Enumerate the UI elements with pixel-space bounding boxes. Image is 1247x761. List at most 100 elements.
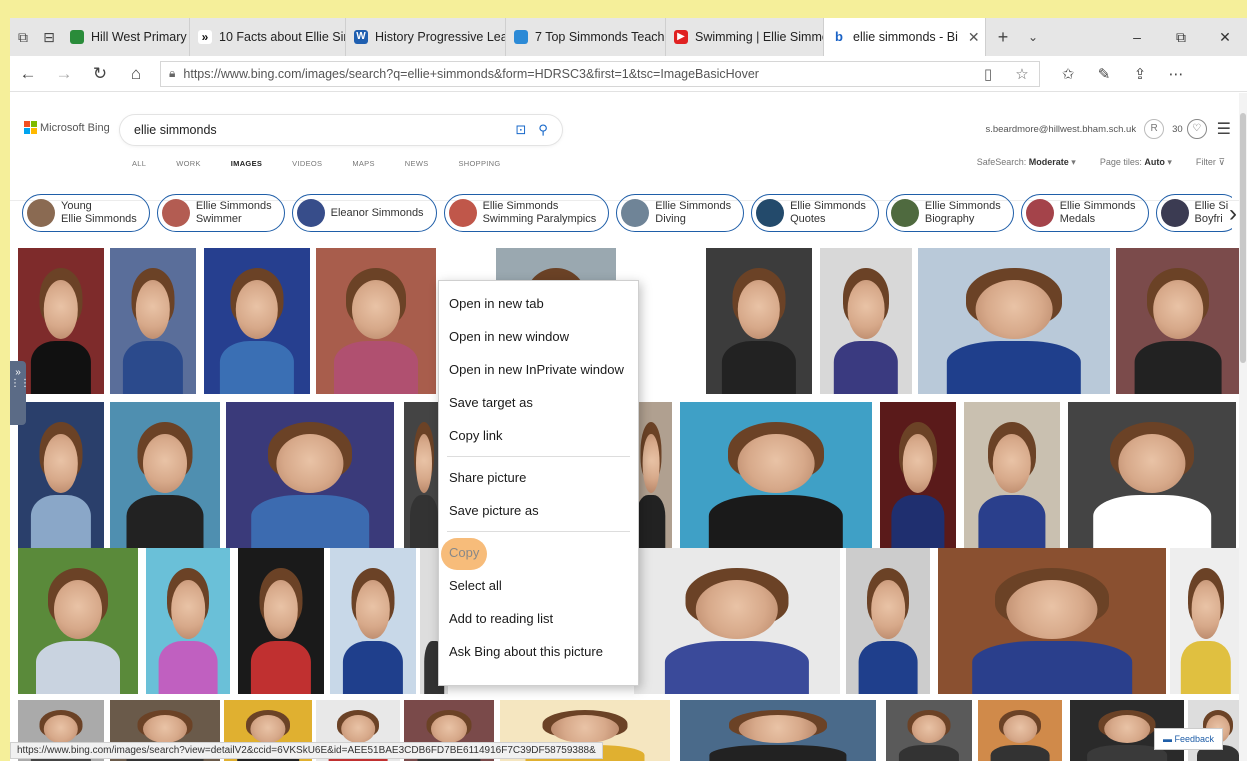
feedback-button[interactable]: ▬ Feedback xyxy=(1153,728,1223,750)
related-pill[interactable]: Ellie Si Boyfri xyxy=(1155,194,1232,232)
image-result[interactable] xyxy=(110,402,220,548)
search-input[interactable]: ellie simmonds ⊡ ⚲ xyxy=(120,115,562,145)
home-icon[interactable]: ⌂ xyxy=(118,64,154,84)
face-shape xyxy=(992,434,1032,493)
address-bar[interactable]: 🔒︎ https://www.bing.com/images/search?q=… xyxy=(160,60,1040,87)
image-result[interactable] xyxy=(634,548,840,694)
related-pill[interactable]: Ellie Simmonds Medals xyxy=(1020,194,1149,232)
tab-history-progressive[interactable]: W History Progressive Lea xyxy=(346,18,506,56)
related-pill[interactable]: Ellie Simmonds Diving xyxy=(616,194,745,232)
image-result[interactable] xyxy=(330,548,416,694)
close-tab-icon[interactable]: ✕ xyxy=(968,29,980,46)
image-result[interactable] xyxy=(680,402,872,548)
tab-actions-icon[interactable]: ⧉ xyxy=(10,29,36,46)
minimize-icon[interactable]: – xyxy=(1115,29,1159,46)
tab-swimming[interactable]: ▶ Swimming | Ellie Simmo xyxy=(666,18,824,56)
search-icon[interactable]: ⚲ xyxy=(532,122,554,138)
restore-icon[interactable]: ⧉ xyxy=(1159,29,1203,46)
image-result[interactable] xyxy=(18,248,104,394)
chevron-right-icon[interactable]: › xyxy=(1229,200,1237,228)
image-result[interactable] xyxy=(18,402,104,548)
set-aside-tabs-icon[interactable]: ⊟ xyxy=(36,29,62,46)
visual-search-icon[interactable]: ⊡ xyxy=(510,122,532,138)
avatar[interactable]: R xyxy=(1144,119,1165,139)
tab-top-simmonds[interactable]: 7 Top Simmonds Teach xyxy=(506,18,666,56)
menu-copy-link[interactable]: Copy link xyxy=(439,419,638,452)
image-result[interactable] xyxy=(316,248,436,394)
chevron-down-icon[interactable]: ⌄ xyxy=(1020,30,1046,44)
rewards-count[interactable]: 30 xyxy=(1172,124,1183,135)
back-icon[interactable]: ← xyxy=(10,64,46,84)
face-shape xyxy=(1006,580,1098,639)
image-result[interactable] xyxy=(886,700,972,761)
menu-ask-bing[interactable]: Ask Bing about this picture xyxy=(439,635,638,668)
related-pill[interactable]: Eleanor Simmonds xyxy=(291,194,437,232)
image-result[interactable] xyxy=(978,700,1062,761)
tab-strip: ⧉ ⊟ Hill West Primary - Lea » 10 Facts a… xyxy=(10,18,1247,56)
image-result[interactable] xyxy=(204,248,310,394)
favorite-star-icon[interactable]: ☆ xyxy=(1005,65,1039,83)
menu-open-inprivate[interactable]: Open in new InPrivate window xyxy=(439,353,638,386)
new-tab-icon[interactable]: + xyxy=(986,27,1020,48)
reading-view-icon[interactable]: ▯ xyxy=(971,65,1005,83)
refresh-icon[interactable]: ↻ xyxy=(82,64,118,84)
menu-open-new-tab[interactable]: Open in new tab xyxy=(439,287,638,320)
favorites-icon[interactable]: ✩ xyxy=(1050,65,1086,83)
image-result[interactable] xyxy=(1170,548,1242,694)
related-pill[interactable]: Ellie Simmonds Swimming Paralympics xyxy=(443,194,610,232)
menu-save-picture-as[interactable]: Save picture as xyxy=(439,494,638,527)
image-result[interactable] xyxy=(880,402,956,548)
menu-open-new-window[interactable]: Open in new window xyxy=(439,320,638,353)
image-result[interactable] xyxy=(146,548,230,694)
close-window-icon[interactable]: ✕ xyxy=(1203,29,1247,46)
menu-copy[interactable]: Copy xyxy=(439,536,638,570)
page-scrollbar[interactable] xyxy=(1239,93,1247,761)
tab-10-facts[interactable]: » 10 Facts about Ellie Sir xyxy=(190,18,346,56)
related-pill[interactable]: Ellie Simmonds Swimmer xyxy=(156,194,285,232)
scrollbar-thumb[interactable] xyxy=(1240,113,1246,363)
related-pill[interactable]: Ellie Simmonds Quotes xyxy=(751,194,879,232)
rewards-icon[interactable]: ♡ xyxy=(1186,119,1207,139)
scope-shopping[interactable]: SHOPPING xyxy=(459,159,501,168)
scope-maps[interactable]: MAPS xyxy=(352,159,374,168)
safesearch-control[interactable]: SafeSearch: Moderate ▾ xyxy=(965,157,1076,168)
image-result[interactable] xyxy=(680,700,876,761)
image-result[interactable] xyxy=(110,248,196,394)
share-icon[interactable]: ⇪ xyxy=(1122,65,1158,83)
menu-add-to-reading-list[interactable]: Add to reading list xyxy=(439,602,638,635)
image-result[interactable] xyxy=(918,248,1110,394)
scope-all[interactable]: ALL xyxy=(132,159,146,168)
image-result[interactable] xyxy=(18,548,138,694)
image-result[interactable] xyxy=(820,248,912,394)
bing-logo[interactable]: Microsoft Bing xyxy=(24,121,110,134)
filter-button[interactable]: Filter ⊽ xyxy=(1184,157,1225,168)
lock-icon[interactable]: 🔒︎ xyxy=(169,66,175,81)
image-result[interactable] xyxy=(1068,402,1236,548)
scope-videos[interactable]: VIDEOS xyxy=(292,159,322,168)
image-result[interactable] xyxy=(938,548,1166,694)
scope-news[interactable]: NEWS xyxy=(405,159,429,168)
account-email[interactable]: s.beardmore@hillwest.bham.sch.uk xyxy=(985,124,1136,135)
side-panel-handle[interactable]: » ⋮⋮ xyxy=(10,361,30,425)
menu-select-all[interactable]: Select all xyxy=(439,569,638,602)
scope-work[interactable]: WORK xyxy=(176,159,201,168)
related-pill[interactable]: Young Ellie Simmonds xyxy=(22,194,150,232)
more-icon[interactable]: ⋯ xyxy=(1158,65,1194,83)
image-result[interactable] xyxy=(226,402,394,548)
related-pill[interactable]: Ellie Simmonds Biography xyxy=(885,194,1014,232)
forward-icon[interactable]: → xyxy=(46,64,82,84)
hamburger-menu-icon[interactable]: ☰ xyxy=(1217,119,1231,139)
scope-images[interactable]: IMAGES xyxy=(231,159,262,168)
tab-hill-west[interactable]: Hill West Primary - Lea xyxy=(62,18,190,56)
menu-save-target-as[interactable]: Save target as xyxy=(439,386,638,419)
pen-icon[interactable]: ✎ xyxy=(1086,65,1122,83)
image-result[interactable] xyxy=(1116,248,1240,394)
word-doc-favicon: W xyxy=(354,30,368,44)
page-tiles-control[interactable]: Page tiles: Auto ▾ xyxy=(1088,157,1172,168)
image-result[interactable] xyxy=(238,548,324,694)
image-result[interactable] xyxy=(964,402,1060,548)
tab-bing-active[interactable]: b ellie simmonds - Bi ✕ xyxy=(824,18,986,56)
image-result[interactable] xyxy=(846,548,930,694)
menu-share-picture[interactable]: Share picture xyxy=(439,461,638,494)
image-result[interactable] xyxy=(706,248,812,394)
